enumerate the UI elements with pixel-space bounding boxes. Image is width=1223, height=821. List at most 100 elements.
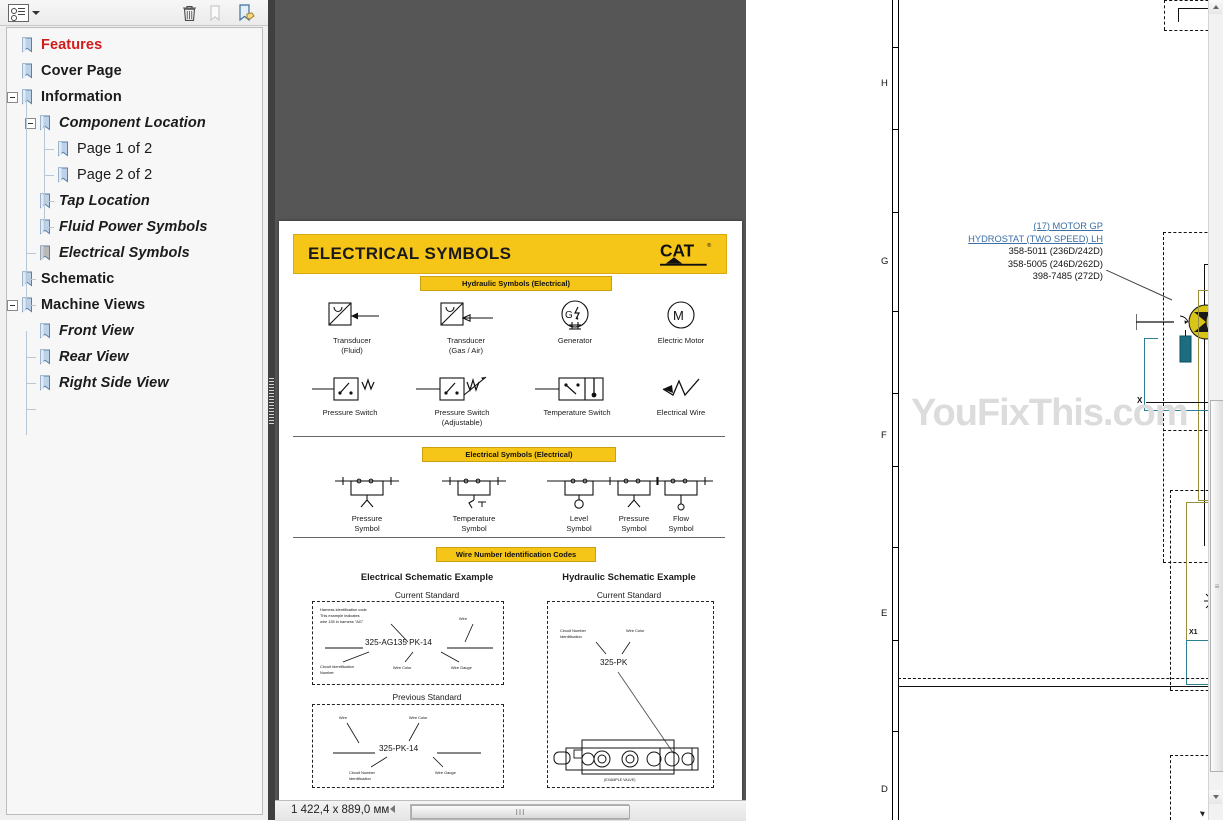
bookmark-collapse-toggle[interactable] [7, 299, 18, 311]
bookmark-item-rear-view[interactable]: Rear View [7, 344, 252, 370]
bookmark-toolbar [0, 0, 268, 26]
bookmark-label: Front View [59, 323, 134, 339]
pressure-switch-symbol: Pressure Switch [295, 373, 405, 418]
vscroll-thumb[interactable]: ≡ [1210, 400, 1223, 772]
electrical-wire-symbol: Electrical Wire [631, 373, 731, 418]
bookmark-scrollbar[interactable] [253, 28, 262, 814]
hydraulic-current-standard-box: Circuit Number Identification Wire Color… [547, 601, 714, 788]
mouse-cursor [1199, 809, 1207, 817]
horizontal-scrollbar[interactable]: III [410, 804, 630, 820]
new-bookmark-icon [205, 2, 227, 23]
transducer-fluid-symbol: Transducer (Fluid) [300, 299, 404, 355]
bookmark-icon [21, 63, 34, 79]
grid-tick [892, 547, 899, 548]
divider-2 [293, 537, 725, 538]
tree-connector [26, 383, 36, 384]
terminal-label-x: X [1137, 396, 1143, 405]
svg-text:G: G [565, 310, 573, 321]
trash-icon[interactable] [178, 2, 200, 23]
lower-group-boundary [1170, 490, 1171, 690]
edit-bookmark-icon[interactable] [234, 2, 260, 23]
hscroll-thumb[interactable]: III [411, 805, 630, 819]
bookmark-icon [21, 89, 34, 105]
grid-tick [892, 731, 899, 732]
bookmark-icon [39, 349, 52, 365]
vertical-scrollbar[interactable]: ≡ [1208, 0, 1223, 820]
bookmark-item-cover-page[interactable]: Cover Page [7, 58, 252, 84]
tree-connector [26, 409, 36, 410]
grid-tick [892, 311, 899, 312]
status-bar: 1 422,4 x 889,0 мм III [275, 800, 746, 821]
cat-logo: CAT ® [660, 240, 712, 266]
grid-tick [892, 393, 899, 394]
bookmark-item-right-side-view[interactable]: Right Side View [7, 370, 252, 396]
terminal-label-x1: X1 [1189, 629, 1198, 636]
tree-connector [26, 279, 36, 280]
tree-connector [26, 253, 36, 254]
document-viewer[interactable]: ELECTRICAL SYMBOLS CAT ® Hydraulic Symbo… [275, 0, 746, 820]
schematic-pane[interactable]: H G F E D (17) MOTOR GP HYDROSTAT (TWO S… [746, 0, 1223, 820]
bookmark-label: Electrical Symbols [59, 245, 190, 261]
row-label-e: E [881, 608, 888, 619]
temperature-switch-symbol: Temperature Switch [519, 373, 635, 418]
bookmark-label: Right Side View [59, 375, 169, 391]
page-title: ELECTRICAL SYMBOLS [308, 244, 512, 263]
bookmark-item-front-view[interactable]: Front View [7, 318, 252, 344]
bookmark-label: Fluid Power Symbols [59, 219, 208, 235]
scroll-up-arrow[interactable] [1209, 0, 1222, 14]
generator-symbol: G Generator [524, 299, 626, 346]
bookmark-options-icon[interactable] [6, 2, 42, 23]
bookmark-item-machine-views[interactable]: Machine Views [7, 292, 252, 318]
bookmark-label: Page 1 of 2 [77, 141, 153, 157]
bookmark-item-schematic[interactable]: Schematic [7, 266, 252, 292]
electrical-example-heading: Electrical Schematic Example [360, 571, 494, 582]
bookmark-label: Machine Views [41, 297, 146, 313]
circuit-trace [1198, 290, 1199, 500]
divider-1 [293, 436, 725, 437]
flow-sender-symbol: Flow Symbol [631, 471, 731, 533]
row-label-h: H [881, 78, 888, 89]
tree-connector [44, 201, 54, 202]
bookmark-label: Component Location [59, 115, 206, 131]
scroll-down-arrow[interactable] [1209, 790, 1222, 804]
tree-connector [26, 97, 27, 305]
splitter-grip[interactable] [269, 378, 274, 426]
bookmark-icon [39, 115, 52, 131]
schematic-dashed-line [1164, 0, 1165, 30]
bookmark-collapse-toggle[interactable] [7, 91, 18, 103]
bookmark-item-information[interactable]: Information [7, 84, 252, 110]
component-callout[interactable]: (17) MOTOR GP HYDROSTAT (TWO SPEED) LH 3… [968, 220, 1103, 283]
hydraulic-example-heading: Hydraulic Schematic Example [562, 571, 696, 582]
bookmark-item-electrical-symbols[interactable]: Electrical Symbols [7, 240, 252, 266]
bookmark-label: Features [41, 37, 103, 53]
tree-connector [44, 175, 54, 176]
bookmark-icon [57, 141, 70, 157]
row-label-f: F [881, 430, 887, 441]
bookmark-tree: Features Cover Page Information Component L… [7, 32, 252, 435]
bookmark-icon [39, 323, 52, 339]
page-title-bar: ELECTRICAL SYMBOLS CAT ® [293, 234, 727, 274]
bookmark-label: Rear View [59, 349, 129, 365]
teal-circuit [1144, 338, 1158, 339]
bookmark-icon [21, 37, 34, 53]
grid-tick [892, 129, 899, 130]
vscroll-grip: ≡ [1214, 581, 1220, 591]
tree-connector [26, 305, 36, 306]
pdf-page: ELECTRICAL SYMBOLS CAT ® Hydraulic Symbo… [279, 221, 742, 811]
bookmark-icon [39, 375, 52, 391]
schematic-border-outer [892, 0, 893, 820]
page-content: ELECTRICAL SYMBOLS CAT ® Hydraulic Symbo… [279, 221, 742, 811]
grid-tick [892, 640, 899, 641]
schematic-border-inner [898, 0, 899, 820]
callout-link-line2[interactable]: HYDROSTAT (TWO SPEED) LH [968, 233, 1103, 246]
callout-link-line1[interactable]: (17) MOTOR GP [968, 220, 1103, 233]
part-number-2: 358-5005 (246D/262D) [1007, 258, 1103, 269]
hscroll-left-arrow[interactable] [390, 805, 395, 813]
temperature-sender-symbol: Temperature Symbol [422, 471, 526, 533]
schematic-line [1178, 8, 1179, 22]
bookmark-tree-container[interactable]: Features Cover Page Information Component L… [6, 27, 263, 815]
page-dimensions-label: 1 422,4 x 889,0 мм [291, 804, 390, 816]
panel-splitter[interactable] [268, 0, 275, 820]
bookmark-icon [39, 245, 52, 261]
bookmark-item-features[interactable]: Features [7, 32, 252, 58]
